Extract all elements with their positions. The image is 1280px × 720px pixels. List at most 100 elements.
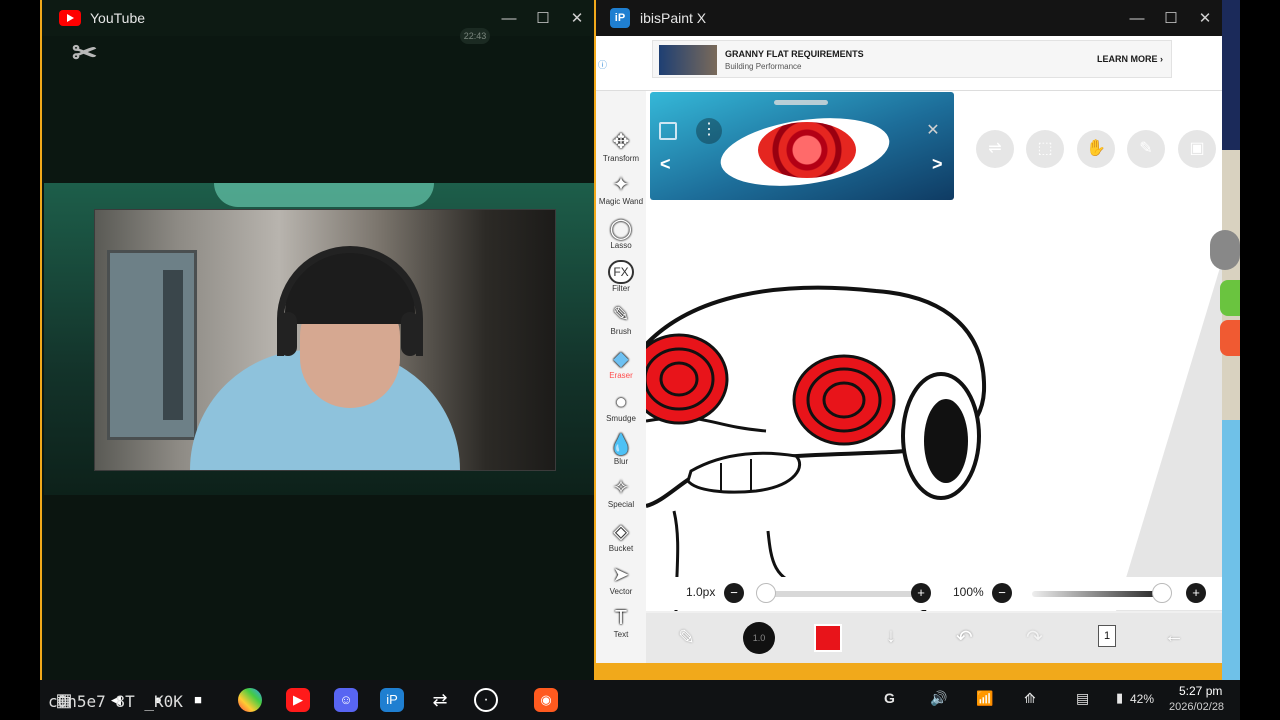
opacity-slider[interactable]: [1032, 591, 1162, 597]
reference-close-button[interactable]: ✕: [922, 120, 944, 142]
tool-sidebar: ✥ Transform ✦ Magic Wand ◯ Lasso FX Filter ✎ Brus…: [596, 91, 646, 663]
floating-green-button[interactable]: [1220, 280, 1240, 316]
ibispaint-maximize-button[interactable]: ☐: [1154, 9, 1188, 27]
tool-label: Magic Wand: [598, 197, 644, 207]
back-arrow-icon[interactable]: ←: [1164, 625, 1184, 648]
tool-label: Lasso: [610, 240, 632, 250]
wall-picture: [107, 250, 197, 440]
tool-text[interactable]: T Text: [596, 603, 646, 646]
sync-icon[interactable]: ⟰: [1024, 690, 1036, 707]
bottom-toolbar: ✎ 1.0 ↓ ↶ ↷ 1 ←: [646, 613, 1222, 663]
tool-blur[interactable]: 💧 Blur: [596, 430, 646, 473]
floating-orange-button[interactable]: [1220, 320, 1240, 356]
youtube-titlebar[interactable]: YouTube — ☐ ✕: [42, 0, 594, 36]
blur-drop-icon: 💧: [608, 434, 634, 457]
brush-size-minus-button[interactable]: −: [724, 583, 744, 603]
tool-special[interactable]: ✧ Special: [596, 473, 646, 516]
special-pen-icon: ✧: [612, 477, 630, 500]
tool-smudge[interactable]: ● Smudge: [596, 387, 646, 430]
ibispaint-close-button[interactable]: ✕: [1188, 9, 1222, 27]
youtube-app-icon[interactable]: ▶: [286, 688, 310, 712]
discord-app-icon[interactable]: ☺: [334, 688, 358, 712]
image-icon[interactable]: ▣: [1178, 130, 1216, 168]
google-icon[interactable]: G: [884, 690, 895, 706]
reference-window[interactable]: ⋮ ✕ < >: [650, 92, 954, 200]
ad-banner[interactable]: ⓘ GRANNY FLAT REQUIREMENTS Building Perf…: [596, 36, 1222, 91]
screen: YouTube — ☐ ✕ ✂ 22:43 iP ibisPaint X — ☐…: [0, 0, 1280, 720]
tool-lasso[interactable]: ◯ Lasso: [596, 214, 646, 257]
volume-icon[interactable]: 🔊: [930, 690, 947, 707]
ibispaint-titlebar[interactable]: iP ibisPaint X — ☐ ✕: [596, 0, 1222, 36]
recents-nav-icon[interactable]: ■: [186, 688, 210, 712]
ad-info-icon[interactable]: ⓘ: [598, 58, 607, 71]
ad-thumbnail: [659, 45, 717, 75]
reference-frame-icon[interactable]: [659, 122, 677, 140]
layers-button[interactable]: 1: [1098, 625, 1116, 647]
wifi-icon[interactable]: 📶: [976, 690, 993, 707]
bucket-icon: ◈: [613, 520, 629, 543]
vector-pointer-icon: ➤: [612, 564, 630, 586]
reference-prev-button[interactable]: <: [660, 154, 671, 175]
reference-drag-handle[interactable]: [774, 100, 828, 105]
character-mouth: [686, 451, 802, 494]
tool-label: Blur: [613, 457, 629, 467]
brush-size-slider-knob[interactable]: [756, 583, 776, 603]
youtube-window-title: YouTube: [90, 10, 146, 26]
floating-pen-button[interactable]: [1210, 230, 1240, 270]
youtube-maximize-button[interactable]: ☐: [526, 9, 560, 27]
tool-filter[interactable]: FX Filter: [596, 257, 646, 300]
reference-next-button[interactable]: >: [932, 154, 943, 175]
floating-side-buttons: [1210, 230, 1240, 390]
ibispaint-window-controls: — ☐ ✕: [1120, 0, 1222, 36]
ibispaint-window-title: ibisPaint X: [640, 10, 707, 26]
pen-icon[interactable]: ✎: [1127, 130, 1165, 168]
connect-app-icon[interactable]: ⇄: [428, 688, 452, 712]
magic-wand-icon: ✦: [612, 174, 630, 197]
opacity-slider-knob[interactable]: [1152, 583, 1172, 603]
eraser-icon: ◆: [613, 347, 629, 370]
filter-icon: FX: [608, 259, 634, 284]
wall-picture-shadow: [163, 270, 183, 420]
youtube-minimize-button[interactable]: —: [492, 10, 526, 27]
ad-learn-more-button[interactable]: LEARN MORE ›: [1097, 54, 1163, 64]
redo-icon[interactable]: ↷: [1026, 625, 1043, 650]
youtube-window: YouTube — ☐ ✕ ✂ 22:43: [42, 0, 594, 680]
reference-eye-iris: [758, 122, 856, 178]
tool-brush[interactable]: ✎ Brush: [596, 300, 646, 343]
reference-menu-button[interactable]: ⋮: [696, 118, 722, 144]
tool-magic-wand[interactable]: ✦ Magic Wand: [596, 170, 646, 213]
tool-transform[interactable]: ✥ Transform: [596, 127, 646, 170]
ibispaint-minimize-button[interactable]: —: [1120, 10, 1154, 27]
video-frame[interactable]: [44, 183, 594, 495]
download-arrow-icon[interactable]: ↓: [886, 625, 896, 648]
ibispaint-logo-icon: iP: [610, 8, 630, 28]
tool-label: Eraser: [609, 370, 633, 380]
ibispaint-app-icon[interactable]: iP: [380, 688, 404, 712]
opacity-plus-button[interactable]: +: [1186, 583, 1206, 603]
capcut-logo-icon: ✂: [72, 37, 97, 70]
youtube-close-button[interactable]: ✕: [560, 9, 594, 27]
notifications-icon[interactable]: ▤: [1076, 690, 1089, 707]
brush-size-plus-button[interactable]: +: [911, 583, 931, 603]
selection-icon[interactable]: ⬚: [1026, 130, 1064, 168]
brush-size-slider[interactable]: [758, 591, 918, 597]
chat-bot-app-icon[interactable]: ·: [474, 688, 498, 712]
hand-icon[interactable]: ✋: [1077, 130, 1115, 168]
clock-date[interactable]: 2026/02/28: [1169, 701, 1224, 713]
tool-switch-icon[interactable]: ✎: [678, 625, 695, 650]
lasso-icon: ◯: [609, 217, 633, 240]
ad-content[interactable]: GRANNY FLAT REQUIREMENTS Building Perfor…: [652, 40, 1172, 78]
toggle-icon[interactable]: ⇌: [976, 130, 1014, 168]
undo-icon[interactable]: ↶: [956, 625, 973, 650]
tool-bucket[interactable]: ◈ Bucket: [596, 517, 646, 560]
tool-vector[interactable]: ➤ Vector: [596, 560, 646, 603]
photos-app-icon[interactable]: [238, 688, 262, 712]
screen-recorder-app-icon[interactable]: ◉: [534, 688, 558, 712]
ad-subline: Building Performance: [725, 62, 802, 71]
clock-time[interactable]: 5:27 pm: [1179, 684, 1222, 698]
tool-eraser[interactable]: ◆ Eraser: [596, 344, 646, 387]
brush-preview-button[interactable]: 1.0: [743, 622, 775, 654]
color-swatch-button[interactable]: [814, 624, 842, 652]
battery-level: 42%: [1130, 692, 1155, 706]
opacity-minus-button[interactable]: −: [992, 583, 1012, 603]
